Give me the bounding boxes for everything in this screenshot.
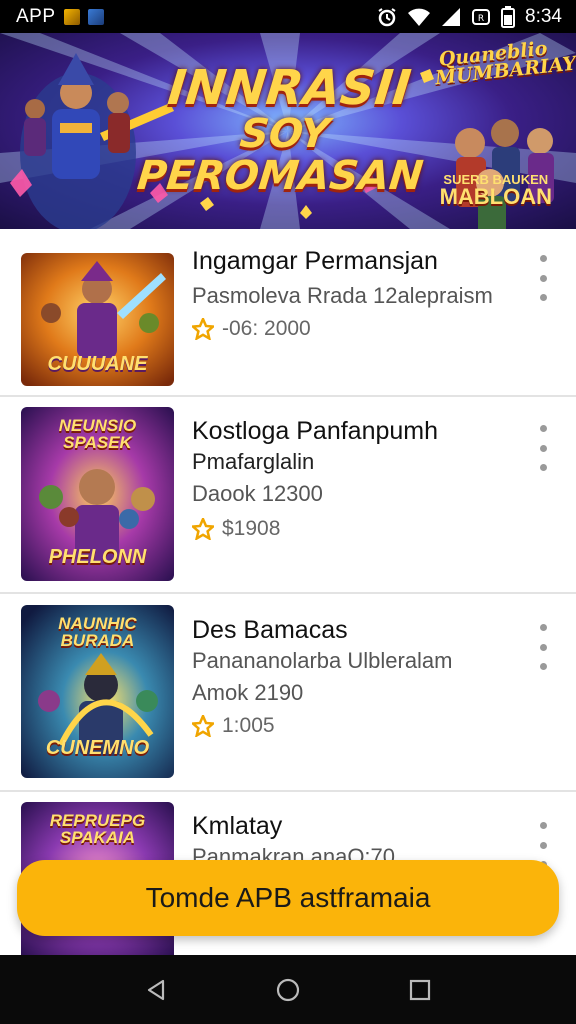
banner-title-line2: SOY PEROMASAN — [134, 111, 426, 200]
status-time: 8:34 — [525, 5, 562, 27]
game-meta: Daook 12300 — [192, 481, 323, 506]
promo-banner[interactable]: INNRASII SOY PEROMASAN Quaneblio MUMBARI… — [0, 33, 576, 229]
star-icon — [192, 518, 214, 540]
game-title: Des Bamacas — [192, 616, 348, 644]
install-cta-button[interactable]: Tomde APB astframaia — [17, 860, 559, 936]
star-icon — [192, 715, 214, 737]
game-title: Kmlatay — [192, 812, 283, 840]
banner-subtitle-large: MABLOAN — [439, 184, 552, 209]
game-thumbnail[interactable]: CUUUANE — [21, 253, 174, 386]
status-bar: APP R 8:34 — [0, 0, 576, 33]
overflow-menu-icon[interactable] — [534, 425, 552, 471]
banner-title-line1: INNRASII — [165, 60, 414, 116]
alarm-icon — [378, 7, 396, 26]
list-item[interactable]: NEUNSIO SPASEK PHELONN Kostloga Panfanpu… — [0, 397, 576, 594]
recents-icon[interactable] — [400, 970, 440, 1010]
game-price: -06: 2000 — [222, 317, 311, 340]
game-thumbnail[interactable]: NAUNHIC BURADA CUNEMNO — [21, 605, 174, 778]
signal-icon — [442, 7, 461, 26]
overflow-menu-icon[interactable] — [534, 255, 552, 301]
game-description: Pasmoleva Rrada 12alepraism — [192, 283, 493, 308]
svg-text:R: R — [478, 14, 484, 24]
list-item[interactable]: NAUNHIC BURADA CUNEMNO Des Bamacas Panan… — [0, 594, 576, 792]
game-description: Panananolarba Ulbleralam — [192, 648, 453, 673]
home-icon[interactable] — [268, 970, 308, 1010]
thumbnail-label: PHELONN — [48, 546, 147, 568]
back-icon[interactable] — [136, 970, 176, 1010]
list-item[interactable]: CUUUANE Ingamgar Permansjan Pasmoleva Rr… — [0, 229, 576, 397]
thumbnail-top-label: REPRUEPG SPAKAIA — [49, 811, 146, 847]
game-title: Ingamgar Permansjan — [192, 247, 438, 275]
overflow-menu-icon[interactable] — [534, 624, 552, 670]
game-price: $1908 — [222, 517, 281, 540]
game-thumbnail[interactable]: NEUNSIO SPASEK PHELONN — [21, 407, 174, 581]
app-icon — [87, 8, 104, 25]
data-icon: R — [472, 8, 491, 25]
game-meta: Amok 2190 — [192, 680, 304, 705]
thumbnail-label: CUNEMNO — [45, 737, 150, 759]
status-app-label: APP — [16, 5, 56, 27]
game-description: Pmafarglalin — [192, 449, 315, 474]
battery-icon — [501, 5, 516, 28]
system-nav-bar — [0, 955, 576, 1024]
notification-icon — [63, 8, 80, 25]
star-icon — [192, 318, 214, 340]
game-title: Kostloga Panfanpumh — [192, 417, 439, 445]
wifi-icon — [408, 8, 431, 26]
thumbnail-label: CUUUANE — [47, 353, 148, 375]
thumbnail-top-label: NAUNHIC BURADA — [58, 614, 137, 650]
thumbnail-top-label: NEUNSIO SPASEK — [58, 416, 137, 452]
game-price: 1:005 — [222, 714, 275, 737]
